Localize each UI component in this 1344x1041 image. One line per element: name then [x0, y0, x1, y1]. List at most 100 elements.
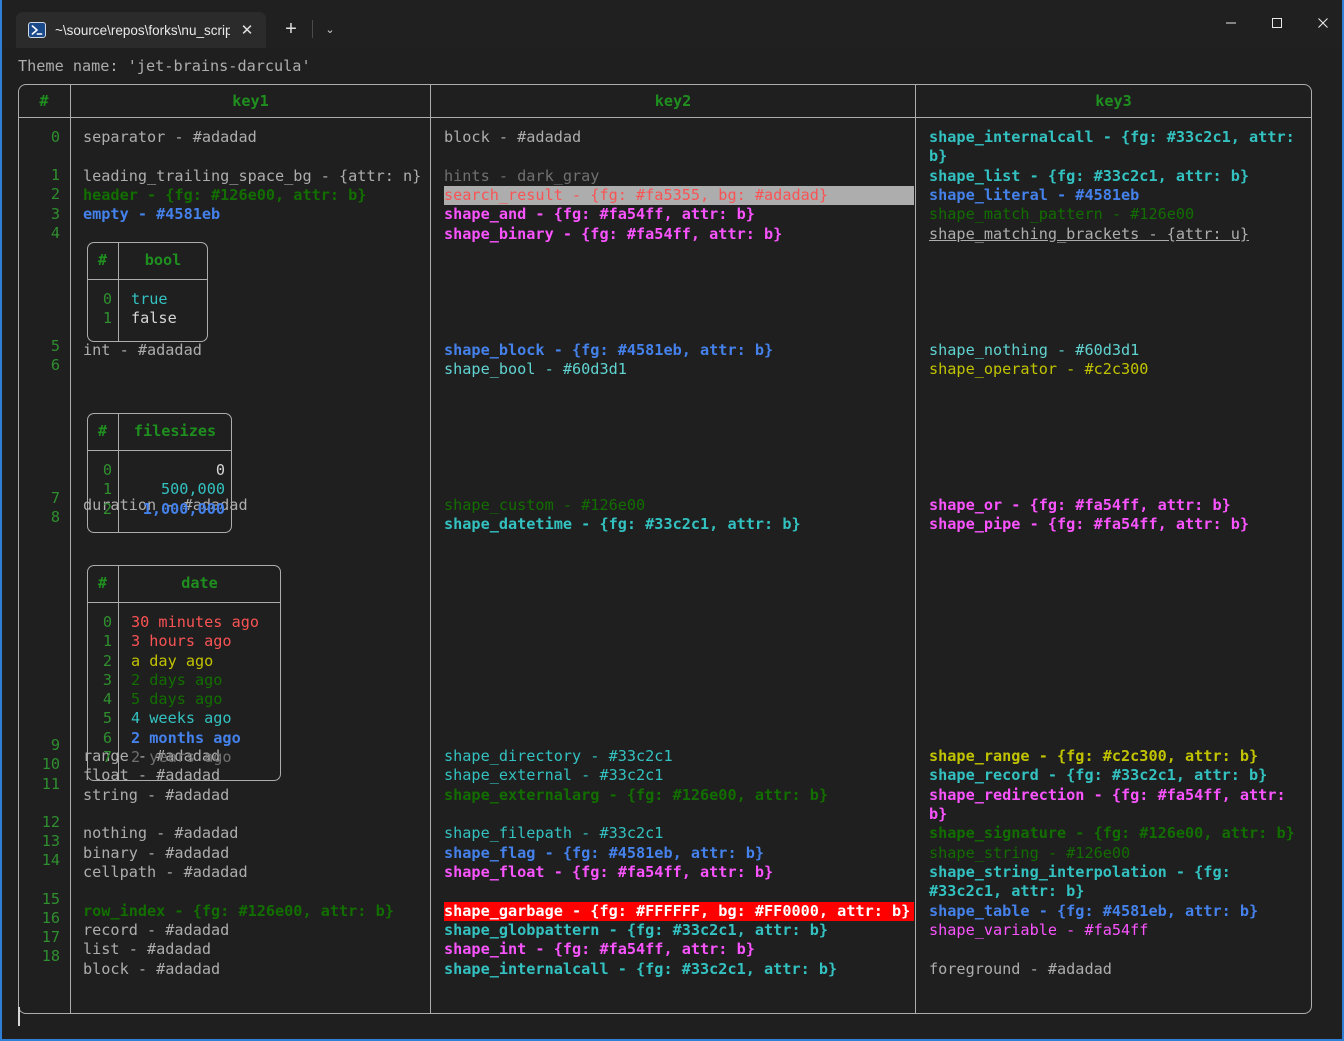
cell-line-key2-3: search_result - {fg: #fa5355, bg: #adada…: [444, 186, 914, 206]
cell-line-key2-17: [444, 457, 914, 476]
theme-table: # key1 key2 key3 0 1 2 3 4 5 6 7 8 9 10 …: [18, 84, 1312, 1014]
date-value-6: 2 months ago: [131, 729, 241, 747]
cell-line-key1-1: [83, 147, 427, 166]
cell-line-key1-39: [83, 882, 427, 901]
bool-row-index-1: 1: [102, 309, 112, 327]
date-header-index: #: [97, 574, 108, 592]
cell-line-key2-26: [444, 631, 914, 650]
cell-line-key2-42: shape_int - {fg: #fa54ff, attr: b}: [444, 940, 755, 959]
terminal-content[interactable]: Theme name: 'jet-brains-darcula' # key1 …: [4, 48, 1342, 1037]
date-value-0: 30 minutes ago: [131, 613, 260, 631]
fs-border-top: [94, 413, 225, 414]
date-row-index-5: 5: [102, 709, 112, 727]
cell-line-key2-12: shape_bool - #60d3d1: [444, 360, 627, 379]
date-value-1: 3 hours ago: [131, 632, 232, 650]
cell-line-key3-12: shape_operator - #c2c300: [929, 360, 1149, 379]
bool-header-divider: [88, 279, 207, 280]
cell-line-key2-9: [444, 302, 914, 321]
terminal-cursor: [18, 1007, 20, 1026]
cell-line-key3-39: #33c2c1, attr: b}: [929, 882, 1085, 901]
fs-row-index-0: 0: [102, 461, 112, 479]
date-header-date: date: [181, 574, 218, 592]
fs-row-index-1: 1: [102, 480, 112, 498]
cell-line-key2-19: shape_custom - #126e00: [444, 495, 646, 514]
cell-line-key2-13: [444, 379, 914, 398]
maximize-button[interactable]: [1254, 0, 1300, 46]
date-border-right: [280, 572, 281, 774]
cell-line-key1-42: list - #adadad: [83, 940, 212, 959]
cell-line-key3-28: [929, 670, 1311, 689]
bool-corner-tl: [87, 242, 94, 249]
cell-column-key2: block - #adadad hints - dark_gray search_…: [444, 128, 914, 979]
cell-line-key2-33: shape_external - #33c2c1: [444, 766, 664, 785]
tab-close-icon[interactable]: ✕: [234, 17, 260, 43]
bool-border-right: [207, 249, 208, 335]
cell-line-key2-29: [444, 689, 914, 708]
fs-corner-tr: [225, 413, 232, 420]
fs-header-index: #: [97, 422, 108, 440]
cell-line-key1-38: cellpath - #adadad: [83, 863, 248, 882]
cell-line-key3-7: [929, 263, 1311, 282]
bool-corner-bl: [87, 335, 94, 342]
cell-line-key1-41: record - #adadad: [83, 921, 230, 940]
chevron-down-icon[interactable]: ⌄: [315, 12, 345, 46]
cell-line-key3-2: shape_list - {fg: #33c2c1, attr: b}: [929, 166, 1250, 185]
cell-line-key1-36: nothing - #adadad: [83, 824, 239, 843]
table-border-top: [27, 84, 1303, 85]
tabstrip-divider: [312, 20, 313, 38]
bool-header-bool: bool: [144, 251, 182, 269]
date-corner-tr: [274, 565, 281, 572]
minimize-icon: [1226, 22, 1236, 24]
date-header-divider: [88, 602, 280, 603]
cell-column-key3: shape_internalcall - {fg: #33c2c1, attr:…: [929, 128, 1311, 979]
cell-line-key2-1: [444, 147, 914, 166]
new-tab-button[interactable]: +: [274, 12, 308, 46]
cell-line-key2-15: [444, 418, 914, 437]
date-value-4: 5 days ago: [131, 690, 223, 708]
cell-line-key2-5: shape_binary - {fg: #fa54ff, attr: b}: [444, 224, 783, 243]
cell-line-key2-34: shape_externalarg - {fg: #126e00, attr: …: [444, 785, 829, 804]
maximize-icon: [1272, 18, 1282, 28]
cell-line-key2-20: shape_datetime - {fg: #33c2c1, attr: b}: [444, 514, 801, 533]
fs-border-bottom: [94, 532, 225, 533]
cell-line-key1-34: string - #adadad: [83, 785, 230, 804]
cell-line-key3-9: [929, 302, 1311, 321]
table-border-bottom: [27, 1013, 1303, 1014]
minimize-button[interactable]: [1208, 0, 1254, 46]
cell-line-key1-43: block - #adadad: [83, 959, 221, 978]
cell-line-key3-11: shape_nothing - #60d3d1: [929, 340, 1140, 359]
row-index-9: 9: [50, 736, 60, 754]
cell-line-key3-32: shape_range - {fg: #c2c300, attr: b}: [929, 747, 1259, 765]
row-index-14: 14: [41, 851, 60, 869]
cell-line-key2-37: shape_flag - {fg: #4581eb, attr: b}: [444, 843, 765, 862]
cell-line-key2-14: [444, 399, 914, 418]
cell-line-key2-38: shape_float - {fg: #fa54ff, attr: b}: [444, 863, 774, 882]
fs-value-2: 1,000,000: [142, 500, 225, 518]
cell-line-key2-35: [444, 805, 914, 824]
bool-border-bottom: [94, 341, 201, 342]
cell-line-key2-16: [444, 438, 914, 457]
column-divider-key1: [430, 85, 431, 1013]
close-button[interactable]: [1300, 0, 1342, 46]
cell-line-key3-22: [929, 554, 1311, 573]
cell-line-key3-0: shape_internalcall - {fg: #33c2c1, attr:: [929, 128, 1295, 146]
fs-header-filesizes: filesizes: [133, 422, 217, 440]
row-index-4: 4: [50, 224, 60, 242]
date-row-index-3: 3: [102, 671, 112, 689]
header-key3: key3: [1095, 92, 1132, 110]
cell-line-key2-41: shape_globpattern - {fg: #33c2c1, attr: …: [444, 921, 829, 940]
date-row-index-7: 7: [102, 748, 112, 766]
date-border-top: [94, 565, 274, 566]
cell-line-key2-11: shape_block - {fg: #4581eb, attr: b}: [444, 340, 774, 359]
cell-line-key3-30: [929, 708, 1311, 727]
cell-line-key2-39: [444, 882, 914, 901]
cell-line-key2-27: [444, 650, 914, 669]
cell-line-key2-32: shape_directory - #33c2c1: [444, 747, 673, 765]
date-border-bottom: [94, 780, 274, 781]
cell-line-key3-35: b}: [929, 805, 948, 824]
bool-corner-br: [201, 335, 208, 342]
tab-nu-script[interactable]: ~\source\repos\forks\nu_scrip ✕: [16, 12, 266, 48]
powershell-icon: [28, 22, 46, 38]
cell-line-key1-12: [83, 360, 427, 379]
row-index-3: 3: [50, 205, 60, 223]
